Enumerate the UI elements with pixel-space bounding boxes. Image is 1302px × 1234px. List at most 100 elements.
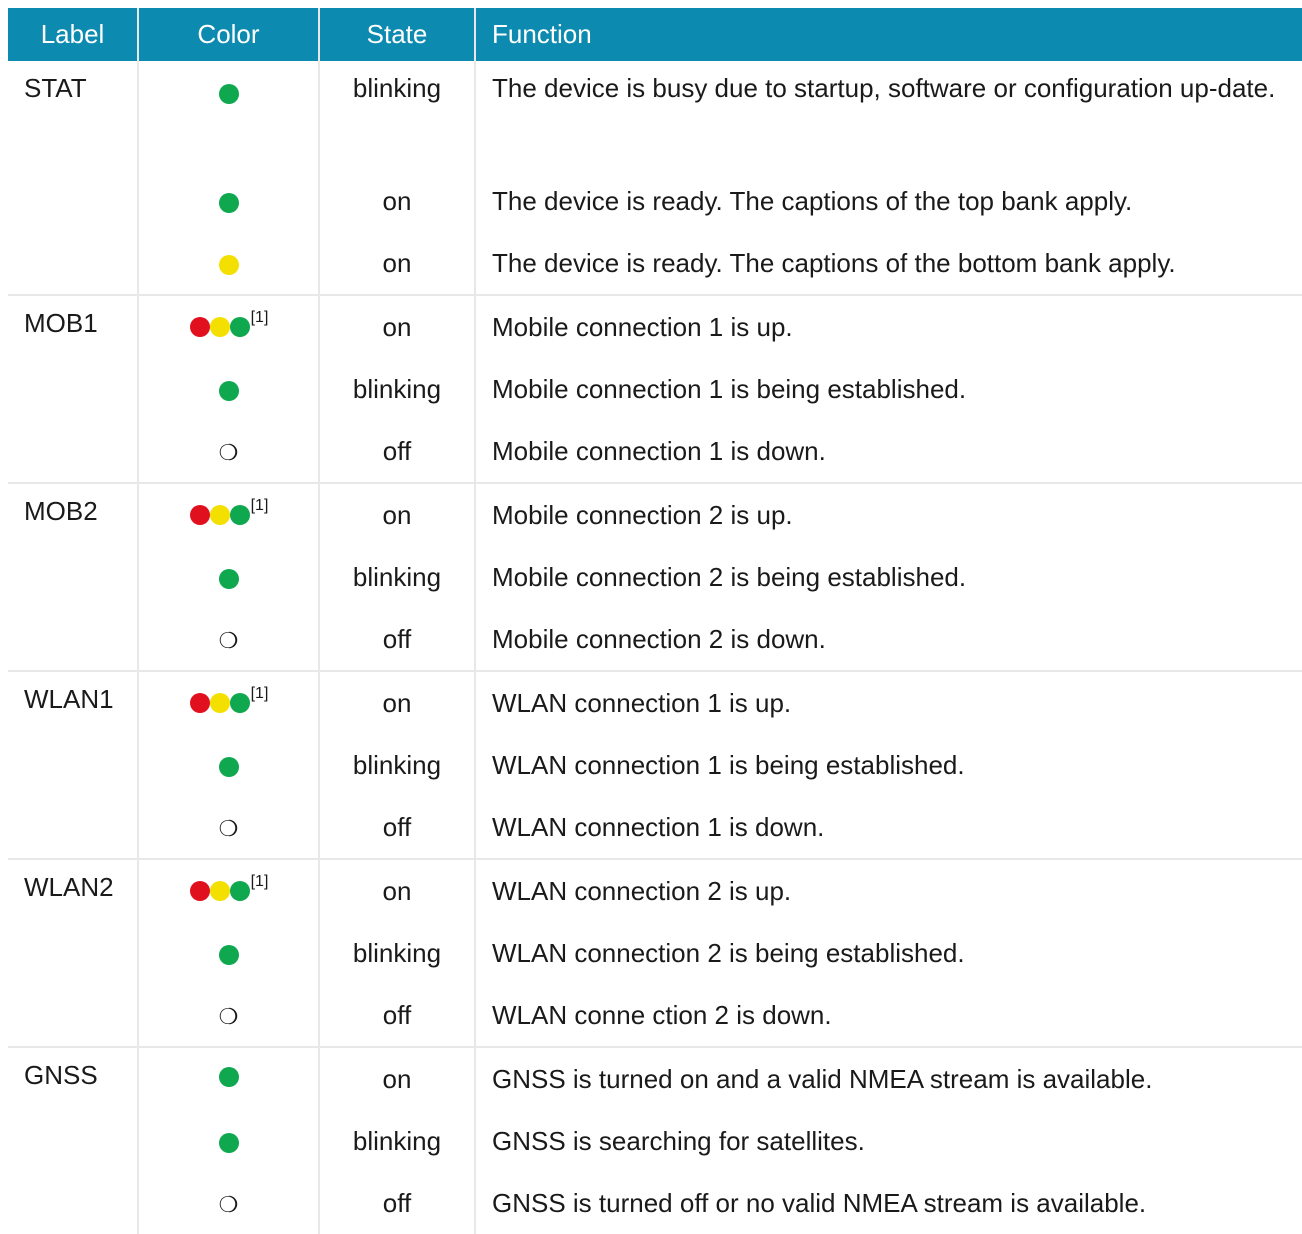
row-color	[138, 922, 320, 984]
footnote-marker: [1]	[250, 308, 269, 326]
row-label	[8, 984, 139, 1047]
row-state: off	[319, 420, 476, 483]
led-multicolor-icon: [1]	[189, 308, 269, 341]
row-color	[138, 232, 320, 295]
row-state: off	[319, 796, 476, 859]
row-function: Mobile connection 1 is up.	[475, 294, 1302, 358]
row-label	[8, 232, 139, 295]
led-off-icon: ❍	[218, 1003, 239, 1029]
row-color: [1]	[138, 670, 320, 734]
row-label	[8, 796, 139, 859]
row-label	[8, 608, 139, 671]
header-label: Label	[8, 8, 139, 61]
header-state: State	[319, 8, 476, 61]
row-label	[8, 1110, 139, 1172]
row-color	[138, 1110, 320, 1172]
row-color: ❍	[138, 608, 320, 671]
row-state: on	[319, 170, 476, 232]
led-yellow-icon	[218, 254, 239, 275]
row-function: WLAN connection 1 is down.	[492, 811, 825, 842]
row-state: on	[319, 670, 476, 734]
row-label: MOB1	[8, 294, 139, 358]
row-color	[138, 734, 320, 796]
row-color	[138, 358, 320, 420]
row-label	[8, 1172, 139, 1234]
row-state: on	[319, 1046, 476, 1110]
led-red-icon	[189, 504, 210, 525]
led-green-icon	[218, 756, 239, 777]
row-label	[8, 546, 139, 608]
row-function: GNSS is turned on and a valid NMEA strea…	[475, 1046, 1302, 1110]
led-off-icon: ❍	[218, 815, 239, 841]
table-row: on The device is ready. The captions of t…	[8, 170, 1302, 232]
row-state: on	[319, 858, 476, 922]
row-function: Mobile connection 1 is down.	[492, 435, 826, 466]
led-green-icon	[218, 84, 239, 105]
row-function: The device is busy due to startup, softw…	[492, 73, 1276, 103]
row-function: The device is ready. The captions of the…	[492, 247, 1176, 278]
led-green-icon	[218, 1067, 239, 1088]
led-green-icon	[218, 380, 239, 401]
row-label: WLAN1	[8, 670, 139, 734]
row-color: [1]	[138, 294, 320, 358]
row-color: ❍	[138, 420, 320, 483]
led-green-icon	[229, 504, 250, 525]
row-color	[138, 1046, 320, 1110]
footnote-marker: [1]	[250, 872, 269, 890]
row-function: GNSS is searching for satellites.	[492, 1125, 865, 1156]
table-row: on The device is ready. The captions of t…	[8, 232, 1302, 295]
row-function: WLAN connection 1 is being established.	[492, 749, 965, 780]
row-label: MOB2	[8, 482, 139, 546]
led-multicolor-icon: [1]	[189, 684, 269, 717]
led-green-icon	[229, 316, 250, 337]
row-function: Mobile connection 1 is being established…	[492, 373, 967, 404]
row-state: on	[319, 294, 476, 358]
row-color	[138, 61, 320, 170]
led-yellow-icon	[209, 880, 230, 901]
row-function: The device is ready. The captions of the…	[492, 185, 1133, 216]
row-color: [1]	[138, 482, 320, 546]
led-green-icon	[229, 692, 250, 713]
row-function: WLAN connection 1 is up.	[475, 670, 1302, 734]
row-state: blinking	[319, 734, 476, 796]
led-green-icon	[218, 1132, 239, 1153]
table-row: blinking WLAN connection 2 is being estab…	[8, 922, 1302, 984]
row-state: on	[319, 482, 476, 546]
table-row: blinking Mobile connection 1 is being est…	[8, 358, 1302, 420]
row-color	[138, 546, 320, 608]
led-multicolor-icon: [1]	[189, 872, 269, 905]
footnote-marker: [1]	[250, 684, 269, 702]
row-function: WLAN conne ction 2 is down.	[492, 999, 832, 1030]
row-state: blinking	[319, 546, 476, 608]
row-function: WLAN connection 2 is being established.	[492, 937, 965, 968]
row-state: blinking	[319, 922, 476, 984]
row-label	[8, 734, 139, 796]
led-red-icon	[189, 880, 210, 901]
row-state: blinking	[319, 1110, 476, 1172]
table-row: blinking GNSS is searching for satellites…	[8, 1110, 1302, 1172]
row-color: [1]	[138, 858, 320, 922]
row-function: Mobile connection 2 is down.	[492, 623, 826, 654]
row-label	[8, 170, 139, 232]
row-color: ❍	[138, 796, 320, 859]
row-color: ❍	[138, 1172, 320, 1234]
led-green-icon	[218, 192, 239, 213]
led-red-icon	[189, 316, 210, 337]
led-off-icon: ❍	[218, 1191, 239, 1217]
row-state: off	[319, 984, 476, 1047]
table-header-row: Label Color State Function	[8, 8, 1302, 61]
led-green-icon	[218, 568, 239, 589]
table-row: ❍ off WLAN connection 1 is down.	[8, 796, 1302, 859]
table-row: GNSS on GNSS is turned on and a valid NMEA…	[8, 1046, 1302, 1110]
table-row: blinking WLAN connection 1 is being estab…	[8, 734, 1302, 796]
table-row: ❍ off GNSS is turned off or no valid NMEA …	[8, 1172, 1302, 1234]
table-row: STAT blinking The device is busy due to st…	[8, 61, 1302, 170]
row-label: STAT	[8, 61, 139, 170]
led-yellow-icon	[209, 316, 230, 337]
row-function: Mobile connection 2 is up.	[475, 482, 1302, 546]
led-off-icon: ❍	[218, 627, 239, 653]
table-row: ❍ off Mobile connection 2 is down.	[8, 608, 1302, 671]
table-row: WLAN1 [1] on WLAN connection 1 is up.	[8, 670, 1302, 734]
row-state: off	[319, 1172, 476, 1234]
led-off-icon: ❍	[218, 439, 239, 465]
